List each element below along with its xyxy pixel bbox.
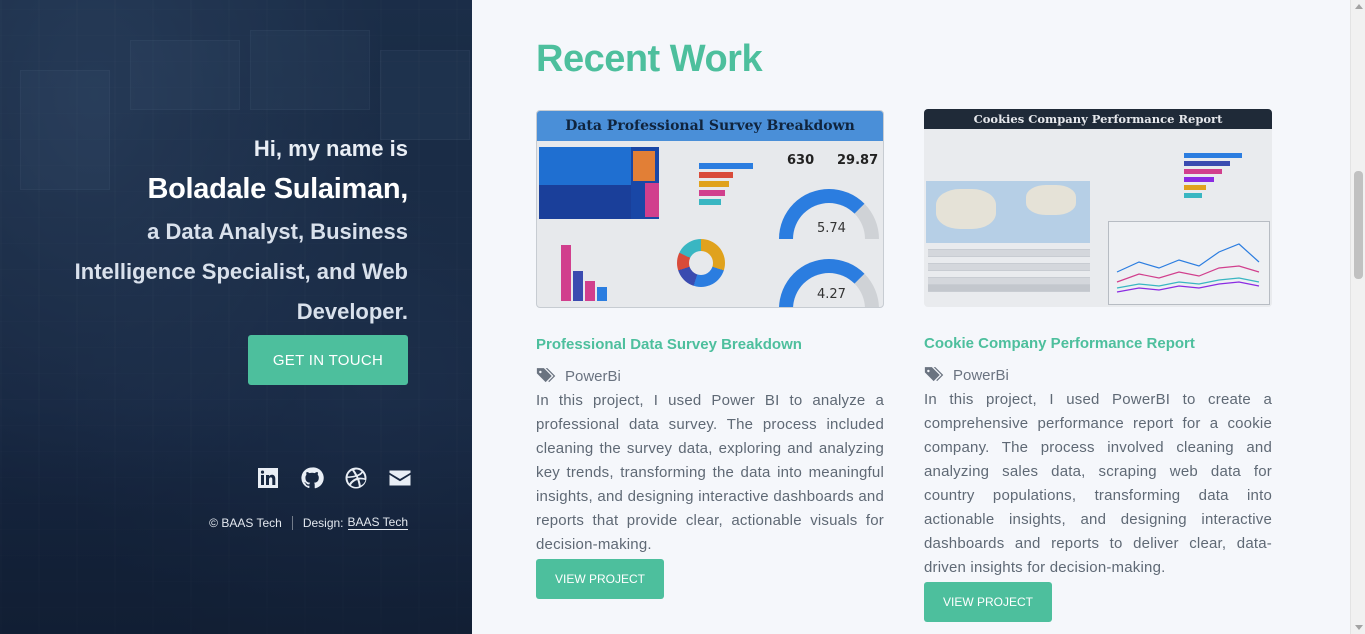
chart-bar (699, 199, 721, 205)
chart-bar (1184, 177, 1214, 182)
tag-label: PowerBi (953, 366, 1009, 384)
project-title[interactable]: Professional Data Survey Breakdown (536, 336, 884, 353)
chart-bar (699, 172, 733, 178)
design-label: Design: (302, 515, 344, 530)
envelope-icon[interactable] (388, 466, 412, 490)
stacked-bar (585, 281, 595, 301)
chart-bar (1184, 161, 1230, 166)
project-title[interactable]: Cookie Company Performance Report (924, 335, 1272, 352)
project-description: In this project, I used Power BI to anal… (536, 392, 884, 553)
intro-block: Hi, my name is Boladale Sulaiman, a Data… (48, 132, 409, 332)
treemap-block (539, 185, 631, 219)
view-project-button[interactable]: VIEW PROJECT (924, 582, 1052, 622)
chart-bar (699, 190, 725, 196)
project-thumbnail[interactable]: Data Professional Survey Breakdown 630 2… (536, 110, 884, 308)
project-description: In this project, I used PowerBI to creat… (924, 391, 1272, 576)
treemap-block (633, 151, 655, 181)
linkedin-icon[interactable] (256, 466, 280, 490)
chart-bar (1184, 169, 1222, 174)
section-title: Recent Work (536, 38, 763, 80)
tags-icon (536, 368, 556, 383)
chart-bar (1184, 185, 1206, 190)
scroll-down-arrow[interactable] (1355, 625, 1363, 630)
greeting-text: Hi, my name is (253, 136, 408, 161)
project-card: Data Professional Survey Breakdown 630 2… (536, 110, 884, 599)
donut-chart (677, 239, 725, 287)
gauge-value: 4.27 (817, 287, 846, 302)
role-line-2: Intelligence Specialist, and Web (74, 259, 408, 284)
stacked-bar (561, 245, 571, 301)
project-tags: PowerBi (536, 367, 884, 385)
chart-bar (1184, 153, 1242, 158)
thumbnail-title: Data Professional Survey Breakdown (537, 111, 883, 141)
footer-credit: © BAAS Tech Design: BAAS Tech (209, 515, 408, 530)
copyright-text: © BAAS Tech (209, 515, 282, 530)
main-content: Recent Work Data Professional Survey Bre… (472, 0, 1350, 634)
thumbnail-kpi: 29.87 (837, 153, 879, 168)
map-land (936, 189, 996, 229)
project-thumbnail[interactable]: Cookies Company Performance Report (924, 109, 1272, 307)
project-tags: PowerBi (924, 366, 1272, 384)
view-project-button[interactable]: VIEW PROJECT (536, 559, 664, 599)
treemap-block (645, 183, 659, 217)
line-chart (1108, 221, 1270, 305)
scroll-up-arrow[interactable] (1355, 4, 1363, 9)
design-credit-link[interactable]: BAAS Tech (347, 515, 408, 530)
dribbble-icon[interactable] (344, 466, 368, 490)
role-line-3: Developer. (296, 299, 408, 324)
map-visual (926, 181, 1090, 243)
owner-name: Boladale Sulaiman, (147, 173, 408, 205)
chart-bar (699, 163, 753, 169)
social-links (256, 466, 412, 490)
scrollbar-thumb[interactable] (1354, 171, 1363, 279)
thumbnail-title: Cookies Company Performance Report (924, 109, 1272, 129)
get-in-touch-button[interactable]: GET IN TOUCH (248, 335, 408, 385)
project-card: Cookies Company Performance Report Cooki… (924, 109, 1272, 622)
tag-label: PowerBi (565, 367, 621, 385)
gauge-value: 5.74 (817, 221, 846, 236)
thumbnail-kpi: 630 (787, 153, 815, 168)
tags-icon (924, 367, 944, 382)
role-line-1: a Data Analyst, Business (147, 219, 408, 244)
sidebar: Hi, my name is Boladale Sulaiman, a Data… (0, 0, 472, 634)
page-scrollbar[interactable] (1350, 0, 1365, 634)
stacked-bar (573, 271, 583, 301)
data-table (928, 243, 1090, 292)
chart-bar (699, 181, 729, 187)
github-icon[interactable] (300, 466, 324, 490)
chart-bar (1184, 193, 1202, 198)
map-land (1026, 185, 1076, 215)
stacked-bar (597, 287, 607, 301)
divider (291, 515, 293, 530)
